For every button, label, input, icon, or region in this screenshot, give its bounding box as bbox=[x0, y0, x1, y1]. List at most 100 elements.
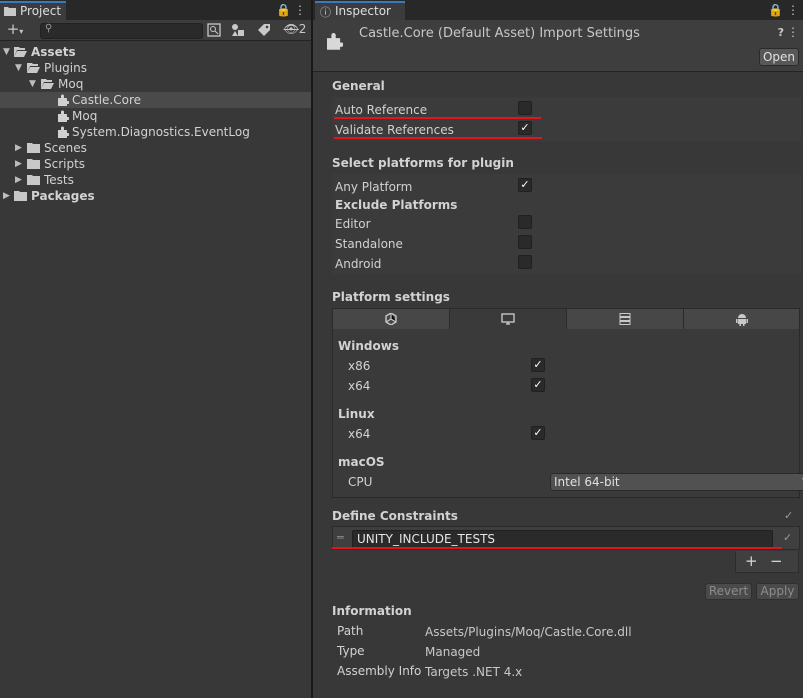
tree-item-packages[interactable]: ▶ Packages bbox=[0, 188, 311, 204]
tab-inspector[interactable]: ⓘ Inspector bbox=[315, 1, 405, 20]
macos-cpu-dropdown[interactable]: Intel 64-bit ▼ bbox=[550, 473, 803, 491]
tab-android-platform[interactable] bbox=[683, 308, 800, 330]
desktop-icon bbox=[501, 313, 515, 325]
plugin-icon bbox=[327, 33, 343, 50]
tree-item-scripts[interactable]: ▶ Scripts bbox=[0, 156, 311, 172]
revert-button[interactable]: Revert bbox=[705, 583, 752, 600]
info-assembly-key: Assembly Info bbox=[337, 664, 422, 678]
windows-x64-checkbox[interactable]: ✓ bbox=[531, 378, 545, 392]
create-button[interactable]: +▾ bbox=[4, 20, 26, 38]
project-toolbar: +▾ ⚲ 👁2 bbox=[0, 20, 311, 41]
folder-icon bbox=[27, 143, 40, 153]
project-tabbar: Project 🔒 ⋮ bbox=[0, 0, 311, 20]
platform-tabs bbox=[332, 308, 800, 330]
tab-project[interactable]: Project bbox=[0, 1, 66, 20]
info-type-key: Type bbox=[337, 644, 365, 658]
open-button[interactable]: Open bbox=[759, 48, 799, 66]
help-icon[interactable]: ? bbox=[778, 26, 784, 39]
info-path-value: Assets/Plugins/Moq/Castle.Core.dll bbox=[425, 625, 632, 639]
define-constraint-input[interactable]: UNITY_INCLUDE_TESTS bbox=[352, 530, 773, 548]
info-assembly-value: Targets .NET 4.x bbox=[425, 665, 523, 679]
tree-item-label: Tests bbox=[44, 173, 74, 187]
section-title-define-constraints: Define Constraints bbox=[332, 509, 458, 523]
checkmark-icon: ✓ bbox=[520, 178, 530, 191]
tree-item-scenes[interactable]: ▶ Scenes bbox=[0, 140, 311, 156]
tree-item-label: Plugins bbox=[44, 61, 87, 75]
inspector-header: Castle.Core (Default Asset) Import Setti… bbox=[313, 20, 803, 72]
kebab-menu-icon[interactable]: ⋮ bbox=[294, 3, 306, 17]
label-tag-icon[interactable] bbox=[257, 23, 271, 37]
tree-item-eventlog[interactable]: System.Diagnostics.EventLog bbox=[0, 124, 311, 140]
folder-icon bbox=[14, 191, 27, 201]
windows-x64-label: x64 bbox=[348, 379, 371, 393]
expand-arrow-icon[interactable]: ▼ bbox=[29, 76, 39, 92]
collapse-arrow-icon[interactable]: ▶ bbox=[15, 156, 25, 172]
tree-item-tests[interactable]: ▶ Tests bbox=[0, 172, 311, 188]
search-icon: ⚲ bbox=[45, 23, 53, 34]
settings-menu-icon[interactable]: ⋮ bbox=[787, 25, 799, 39]
tree-item-castle-core[interactable]: Castle.Core bbox=[0, 92, 311, 108]
lock-icon[interactable]: 🔒 bbox=[768, 3, 783, 17]
inspector-panel: ⓘ Inspector 🔒 ⋮ Castle.Core (Default Ass… bbox=[313, 0, 803, 698]
lock-icon[interactable]: 🔒 bbox=[276, 3, 291, 17]
tree-item-moq-folder[interactable]: ▼ Moq bbox=[0, 76, 311, 92]
tree-item-assets[interactable]: ▼ Assets bbox=[0, 44, 311, 60]
exclude-editor-checkbox[interactable] bbox=[518, 215, 532, 229]
tree-item-moq-plugin[interactable]: Moq bbox=[0, 108, 311, 124]
windows-title: Windows bbox=[338, 339, 399, 353]
tree-item-label: Scenes bbox=[44, 141, 87, 155]
tree-item-label: Castle.Core bbox=[72, 93, 141, 107]
exclude-standalone-label: Standalone bbox=[335, 237, 403, 251]
remove-constraint-button[interactable]: − bbox=[770, 552, 783, 570]
search-by-type-icon[interactable] bbox=[207, 23, 221, 37]
kebab-menu-icon[interactable]: ⋮ bbox=[787, 3, 799, 17]
macos-cpu-label: CPU bbox=[348, 475, 373, 489]
search-input[interactable]: ⚲ bbox=[40, 23, 203, 39]
linux-x64-checkbox[interactable]: ✓ bbox=[531, 426, 545, 440]
exclude-android-checkbox[interactable] bbox=[518, 255, 532, 269]
section-title-platform-settings: Platform settings bbox=[332, 290, 450, 304]
auto-reference-label: Auto Reference bbox=[335, 103, 428, 117]
info-path-key: Path bbox=[337, 624, 364, 638]
drag-handle-icon[interactable]: ═ bbox=[337, 531, 344, 544]
collapse-arrow-icon[interactable]: ▶ bbox=[15, 140, 25, 156]
folder-open-icon bbox=[27, 63, 40, 73]
checkmark-icon: ✓ bbox=[533, 358, 543, 371]
exclude-standalone-checkbox[interactable] bbox=[518, 235, 532, 249]
tree-item-plugins[interactable]: ▼ Plugins bbox=[0, 60, 311, 76]
add-constraint-button[interactable]: + bbox=[745, 552, 758, 570]
highlight-underline bbox=[332, 547, 782, 549]
checkmark-icon: ✓ bbox=[533, 378, 543, 391]
plugin-icon bbox=[58, 94, 69, 106]
folder-open-icon bbox=[41, 79, 54, 89]
checkmark-icon: ✓ bbox=[520, 121, 530, 134]
expand-arrow-icon[interactable]: ▼ bbox=[15, 60, 25, 76]
any-platform-checkbox[interactable]: ✓ bbox=[518, 178, 532, 192]
inspector-tabbar: ⓘ Inspector 🔒 ⋮ bbox=[313, 0, 803, 20]
macos-title: macOS bbox=[338, 455, 385, 469]
tab-standalone-platform[interactable] bbox=[449, 308, 567, 330]
filter-type-icon[interactable] bbox=[231, 23, 245, 37]
tree-item-label: Assets bbox=[31, 45, 76, 59]
collapse-arrow-icon[interactable]: ▶ bbox=[15, 172, 25, 188]
validate-references-label: Validate References bbox=[335, 123, 454, 137]
exclude-platforms-title: Exclude Platforms bbox=[335, 198, 458, 212]
hidden-packages-toggle[interactable]: 👁2 bbox=[282, 22, 308, 39]
expand-arrow-icon[interactable]: ▼ bbox=[3, 44, 13, 60]
section-title-platforms: Select platforms for plugin bbox=[332, 156, 514, 170]
list-add-remove: + − bbox=[735, 551, 799, 573]
validate-references-checkbox[interactable]: ✓ bbox=[518, 121, 532, 135]
linux-title: Linux bbox=[338, 407, 375, 421]
tab-server-platform[interactable] bbox=[566, 308, 684, 330]
section-title-information: Information bbox=[332, 604, 412, 618]
exclude-android-label: Android bbox=[335, 257, 382, 271]
windows-x86-checkbox[interactable]: ✓ bbox=[531, 358, 545, 372]
unity-icon bbox=[385, 312, 397, 326]
tab-default-platform[interactable] bbox=[332, 308, 450, 330]
auto-reference-checkbox[interactable] bbox=[518, 101, 532, 115]
collapse-arrow-icon[interactable]: ▶ bbox=[3, 188, 13, 204]
section-title-general: General bbox=[332, 79, 385, 93]
apply-button[interactable]: Apply bbox=[756, 583, 799, 600]
windows-x86-label: x86 bbox=[348, 359, 371, 373]
linux-x64-label: x64 bbox=[348, 427, 371, 441]
